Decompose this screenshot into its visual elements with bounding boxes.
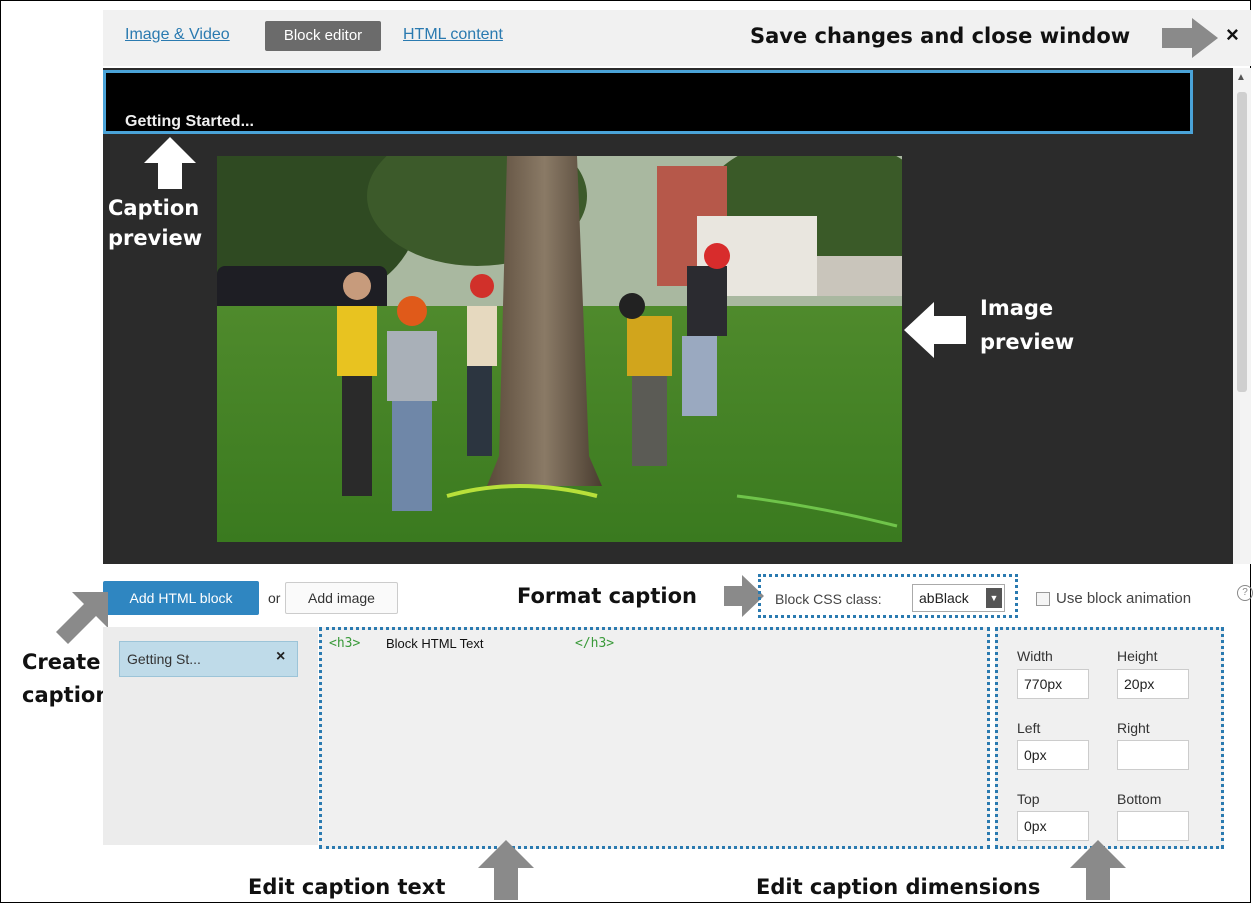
annotation-caption-preview-line2: preview — [108, 226, 203, 250]
annotation-edit-caption-text: Edit caption text — [248, 875, 446, 899]
annotation-save-close: Save changes and close window — [750, 24, 1131, 48]
top-input[interactable]: 0px — [1017, 811, 1089, 841]
width-label: Width — [1017, 648, 1053, 664]
bottom-input[interactable] — [1117, 811, 1189, 841]
add-image-button[interactable]: Add image — [285, 582, 398, 614]
bottom-label: Bottom — [1117, 791, 1162, 807]
arrow-left-icon — [904, 302, 966, 358]
annotation-create-caption-line1: Create — [22, 650, 101, 674]
tab-html-content[interactable]: HTML content — [403, 26, 503, 44]
css-class-value: abBlack — [919, 590, 969, 606]
help-icon[interactable]: ? — [1237, 585, 1253, 601]
remove-block-icon[interactable]: × — [276, 648, 285, 666]
code-text: Block HTML Text — [386, 636, 484, 651]
right-input[interactable] — [1117, 740, 1189, 770]
image-preview — [217, 156, 902, 542]
left-label: Left — [1017, 720, 1041, 736]
css-class-label: Block CSS class: — [775, 591, 882, 607]
top-label: Top — [1017, 791, 1040, 807]
caption-preview-text: Getting Started... — [125, 113, 254, 130]
code-open-tag: <h3> — [329, 636, 361, 651]
height-input[interactable]: 20px — [1117, 669, 1189, 699]
use-animation-label: Use block animation — [1056, 590, 1192, 607]
annotation-edit-caption-dimensions: Edit caption dimensions — [756, 875, 1041, 899]
add-html-block-button[interactable]: Add HTML block — [103, 581, 259, 615]
css-class-select[interactable]: abBlack ▼ — [912, 584, 1005, 612]
code-close-tag: </h3> — [575, 636, 615, 651]
tab-block-editor[interactable]: Block editor — [265, 21, 381, 51]
arrow-up-icon — [1070, 840, 1126, 900]
or-label: or — [268, 590, 281, 606]
left-input[interactable]: 0px — [1017, 740, 1089, 770]
caption-preview-bar[interactable] — [103, 70, 1193, 134]
annotation-format-caption: Format caption — [517, 584, 697, 608]
height-label: Height — [1117, 648, 1158, 664]
tab-image-video[interactable]: Image & Video — [125, 26, 230, 44]
arrow-up-icon — [478, 840, 534, 900]
use-animation-checkbox[interactable] — [1036, 592, 1050, 606]
arrow-up-icon — [144, 137, 196, 189]
right-label: Right — [1117, 720, 1150, 736]
block-html-editor[interactable] — [319, 627, 990, 849]
block-item-label: Getting St... — [127, 651, 201, 667]
arrow-right-icon — [1162, 18, 1218, 58]
annotation-image-preview-line2: preview — [980, 330, 1075, 354]
chevron-down-icon: ▼ — [986, 588, 1002, 608]
close-icon[interactable]: × — [1226, 22, 1239, 48]
scroll-up-icon[interactable]: ▲ — [1236, 72, 1246, 83]
scrollbar-thumb[interactable] — [1237, 92, 1247, 392]
arrow-diagonal-icon — [56, 592, 108, 644]
annotation-create-caption-line2: caption — [22, 683, 111, 707]
annotation-caption-preview-line1: Caption — [108, 196, 200, 220]
width-input[interactable]: 770px — [1017, 669, 1089, 699]
annotation-image-preview-line1: Image — [980, 296, 1054, 320]
